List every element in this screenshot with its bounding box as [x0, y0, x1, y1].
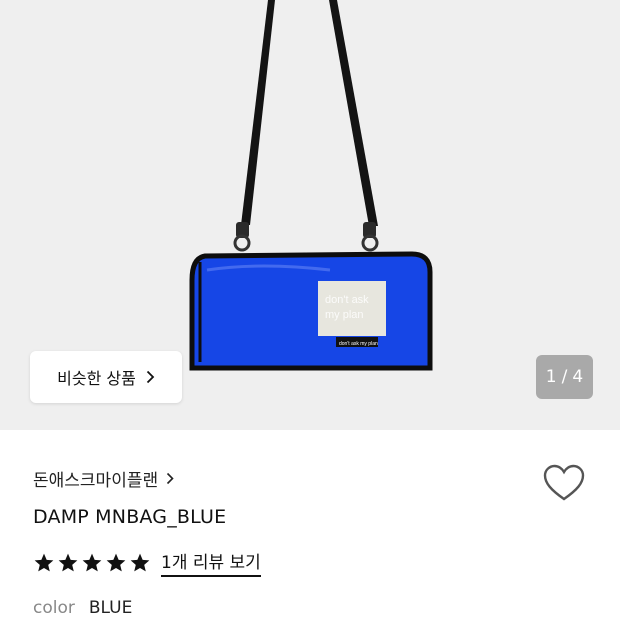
- review-link[interactable]: 1개 리뷰 보기: [161, 548, 261, 577]
- star-filled-icon: [129, 552, 151, 574]
- product-name: DAMP MNBAG_BLUE: [33, 506, 227, 528]
- star-filled-icon: [33, 552, 55, 574]
- pager-current: 1: [545, 367, 557, 387]
- color-label: color: [33, 598, 75, 618]
- patch-text: don't ask: [325, 294, 369, 306]
- chevron-right-icon: [146, 370, 155, 384]
- star-filled-icon: [105, 552, 127, 574]
- similar-products-label: 비슷한 상품: [57, 369, 136, 388]
- svg-text:my plan: my plan: [325, 309, 364, 321]
- star-filled-icon: [81, 552, 103, 574]
- rating-stars: [33, 552, 151, 574]
- like-heart-icon[interactable]: [543, 464, 585, 502]
- product-info: 돈애스크마이플랜 DAMP MNBAG_BLUE 1개 리뷰 보기 color …: [0, 430, 620, 620]
- brand-link[interactable]: 돈애스크마이플랜: [33, 466, 174, 491]
- svg-text:don't ask my plan: don't ask my plan: [339, 341, 378, 347]
- brand-name: 돈애스크마이플랜: [33, 471, 159, 491]
- color-option-row: color BLUE: [33, 598, 132, 618]
- color-value: BLUE: [88, 598, 133, 618]
- bag-body: [189, 251, 433, 371]
- pager-separator: /: [561, 367, 568, 387]
- rating-row: 1개 리뷰 보기: [33, 548, 261, 577]
- similar-products-button[interactable]: 비슷한 상품: [30, 351, 182, 403]
- product-image-gallery[interactable]: don't ask my plan don't ask my plan 비슷한 …: [0, 0, 620, 430]
- chevron-right-icon: [166, 472, 174, 485]
- pager-total: 4: [572, 367, 584, 387]
- star-filled-icon: [57, 552, 79, 574]
- image-pager: 1 / 4: [536, 355, 593, 399]
